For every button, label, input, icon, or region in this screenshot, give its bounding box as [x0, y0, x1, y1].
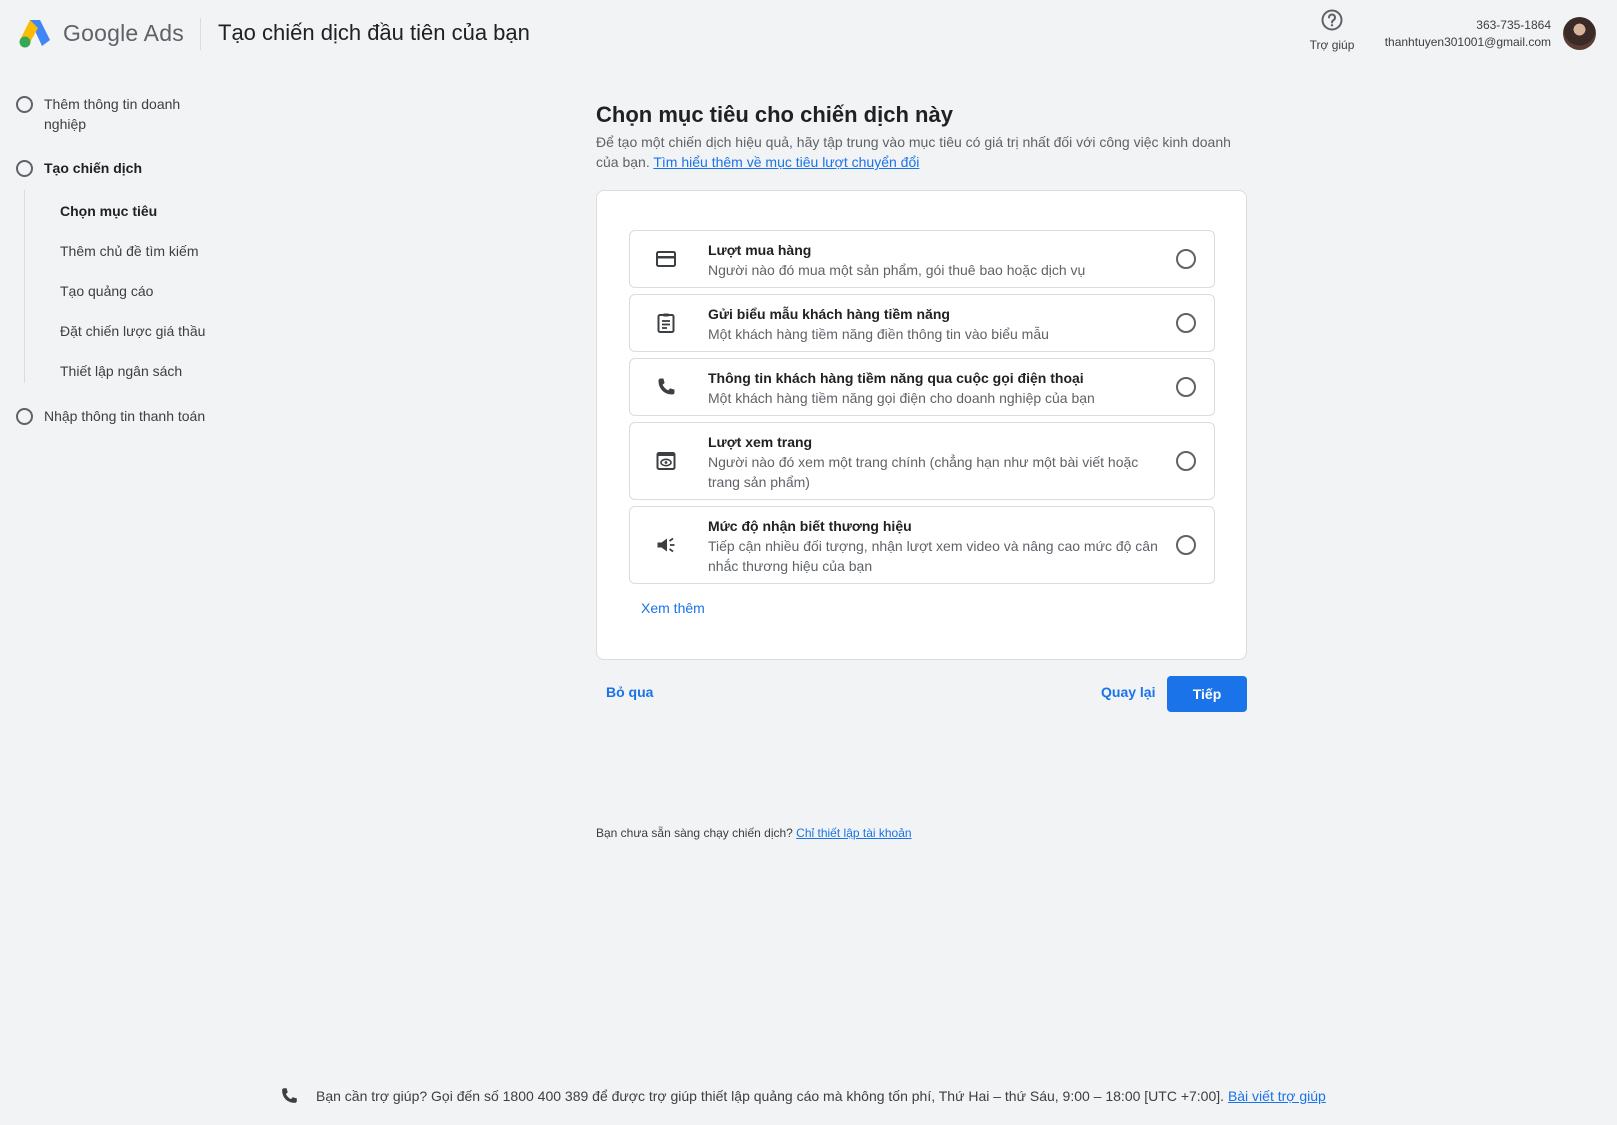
option-title: Mức độ nhận biết thương hiệu: [708, 518, 912, 534]
goal-option-lead-form[interactable]: Gửi biểu mẫu khách hàng tiềm năng Một kh…: [629, 294, 1215, 352]
option-title: Thông tin khách hàng tiềm năng qua cuộc …: [708, 370, 1084, 386]
phone-icon: [282, 1088, 297, 1103]
substep-create-ad[interactable]: Tạo quảng cáo: [60, 283, 153, 299]
goal-option-brand-awareness[interactable]: Mức độ nhận biết thương hiệu Tiếp cận nh…: [629, 506, 1215, 584]
not-ready-text: Bạn chưa sẵn sàng chạy chiến dịch?: [596, 826, 793, 840]
brand-name: Google Ads: [63, 20, 184, 46]
learn-more-link[interactable]: Tìm hiểu thêm về mục tiêu lượt chuyển đổ…: [653, 154, 919, 170]
avatar[interactable]: [1563, 17, 1596, 50]
account-email: thanhtuyen301001@gmail.com: [1384, 35, 1551, 49]
option-text: Lượt mua hàng Người nào đó mua một sản p…: [708, 241, 1168, 280]
back-button[interactable]: Quay lại: [1101, 684, 1155, 700]
header-divider: [200, 18, 201, 50]
option-description: Tiếp cận nhiều đối tượng, nhận lượt xem …: [708, 538, 1158, 574]
substep-set-bidding[interactable]: Đặt chiến lược giá thầu: [60, 323, 205, 339]
substep-connector-line: [24, 190, 25, 383]
sidebar-step-create-campaign[interactable]: Tạo chiến dịch: [16, 158, 224, 178]
help-footer: Bạn cần trợ giúp? Gọi đến số 1800 400 38…: [278, 1085, 1326, 1107]
skip-button[interactable]: Bỏ qua: [606, 684, 653, 700]
step-label: Nhập thông tin thanh toán: [44, 408, 206, 424]
page-title: Tạo chiến dịch đầu tiên của bạn: [218, 20, 530, 45]
account-phone: 363-735-1864: [1476, 18, 1551, 32]
option-text: Mức độ nhận biết thương hiệu Tiếp cận nh…: [708, 517, 1168, 576]
option-description: Một khách hàng tiềm năng gọi điện cho do…: [708, 390, 1095, 406]
option-title: Lượt xem trang: [708, 434, 813, 450]
megaphone-icon: [657, 537, 675, 553]
step-status-circle-icon: [16, 96, 33, 113]
step-status-circle-icon: [16, 408, 33, 425]
help-label: Trợ giúp: [1309, 38, 1355, 52]
option-text: Gửi biểu mẫu khách hàng tiềm năng Một kh…: [708, 305, 1168, 344]
option-radio[interactable]: [1176, 377, 1196, 397]
account-info[interactable]: 363-735-1864 thanhtuyen301001@gmail.com: [1385, 18, 1551, 49]
not-ready-notice: Bạn chưa sẵn sàng chạy chiến dịch? Chỉ t…: [596, 826, 912, 840]
step-status-circle-icon: [16, 160, 33, 177]
footer-text: Bạn cần trợ giúp? Gọi đến số 1800 400 38…: [316, 1088, 1326, 1104]
substep-choose-goal[interactable]: Chọn mục tiêu: [60, 203, 157, 219]
goal-options-card: Lượt mua hàng Người nào đó mua một sản p…: [596, 190, 1247, 660]
next-button[interactable]: Tiếp: [1167, 676, 1247, 712]
step-label: Thêm thông tin doanh nghiệp: [44, 96, 181, 132]
option-radio[interactable]: [1176, 249, 1196, 269]
help-article-link[interactable]: Bài viết trợ giúp: [1228, 1088, 1326, 1104]
option-radio[interactable]: [1176, 535, 1196, 555]
google-ads-logo-icon[interactable]: [18, 18, 52, 48]
option-description: Người nào đó xem một trang chính (chẳng …: [708, 454, 1139, 490]
top-bar: Google Ads Tạo chiến dịch đầu tiên của b…: [0, 0, 1617, 68]
section-description: Để tạo một chiến dịch hiệu quả, hãy tập …: [596, 132, 1236, 172]
substep-set-budget[interactable]: Thiết lập ngân sách: [60, 363, 182, 379]
goal-option-phone-leads[interactable]: Thông tin khách hàng tiềm năng qua cuộc …: [629, 358, 1215, 416]
step-label: Tạo chiến dịch: [44, 160, 143, 176]
see-more-button[interactable]: Xem thêm: [641, 600, 705, 616]
option-text: Lượt xem trang Người nào đó xem một tran…: [708, 433, 1168, 492]
section-title: Chọn mục tiêu cho chiến dịch này: [596, 102, 953, 127]
option-radio[interactable]: [1176, 313, 1196, 333]
sidebar-step-business-info[interactable]: Thêm thông tin doanh nghiệp: [16, 94, 224, 134]
option-title: Gửi biểu mẫu khách hàng tiềm năng: [708, 306, 950, 322]
help-button[interactable]: Trợ giúp: [1304, 8, 1360, 52]
substep-add-search-themes[interactable]: Thêm chủ đề tìm kiếm: [60, 243, 199, 259]
help-icon: [1321, 9, 1343, 31]
option-text: Thông tin khách hàng tiềm năng qua cuộc …: [708, 369, 1168, 408]
sidebar-step-billing[interactable]: Nhập thông tin thanh toán: [16, 406, 224, 426]
phone-icon: [658, 378, 675, 395]
option-description: Người nào đó mua một sản phẩm, gói thuê …: [708, 262, 1086, 278]
account-setup-only-link[interactable]: Chỉ thiết lập tài khoản: [796, 826, 911, 840]
goal-option-purchases[interactable]: Lượt mua hàng Người nào đó mua một sản p…: [629, 230, 1215, 288]
footer-help-text: Bạn cần trợ giúp? Gọi đến số 1800 400 38…: [316, 1088, 1225, 1104]
credit-card-icon: [656, 251, 676, 267]
option-description: Một khách hàng tiềm năng điền thông tin …: [708, 326, 1049, 342]
option-radio[interactable]: [1176, 451, 1196, 471]
clipboard-form-icon: [657, 313, 675, 333]
option-title: Lượt mua hàng: [708, 242, 812, 258]
goal-option-page-views[interactable]: Lượt xem trang Người nào đó xem một tran…: [629, 422, 1215, 500]
page-view-icon: [656, 452, 676, 470]
